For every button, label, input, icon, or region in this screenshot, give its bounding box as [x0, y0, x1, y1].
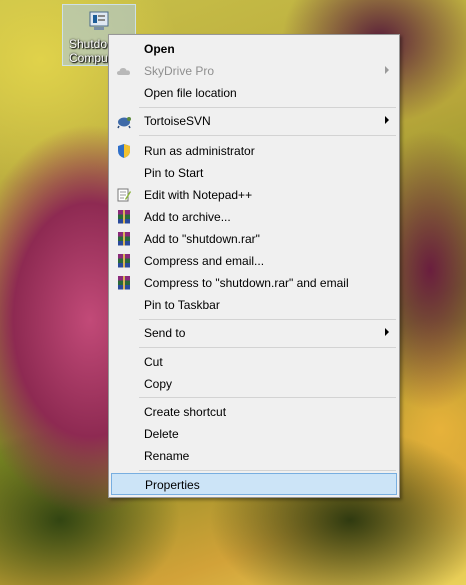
menu-item-label: Pin to Start	[144, 166, 204, 180]
menu-item-label: Run as administrator	[144, 144, 255, 158]
tortoise-icon	[117, 117, 131, 129]
menu-item-label: Open file location	[144, 86, 237, 100]
submenu-arrow-icon	[385, 116, 389, 124]
menu-item-rename[interactable]: Rename	[111, 445, 397, 467]
menu-item-label: Compress to "shutdown.rar" and email	[144, 276, 349, 290]
menu-item-add-to-shutdown-rar[interactable]: Add to "shutdown.rar"	[111, 228, 397, 250]
menu-item-send-to[interactable]: Send to	[111, 322, 397, 344]
menu-item-skydrive-pro[interactable]: SkyDrive Pro	[111, 60, 397, 82]
menu-item-edit-with-notepad[interactable]: Edit with Notepad++	[111, 184, 397, 206]
menu-item-label: Send to	[144, 326, 186, 340]
menu-item-label: Open	[144, 42, 175, 56]
menu-item-label: SkyDrive Pro	[144, 64, 215, 78]
menu-item-create-shortcut[interactable]: Create shortcut	[111, 401, 397, 423]
menu-separator	[139, 319, 396, 320]
menu-item-label: Add to "shutdown.rar"	[144, 232, 260, 246]
menu-item-label: Edit with Notepad++	[144, 188, 253, 202]
menu-item-add-to-archive[interactable]: Add to archive...	[111, 206, 397, 228]
winrar-icon	[118, 276, 130, 290]
menu-item-pin-to-start[interactable]: Pin to Start	[111, 162, 397, 184]
menu-item-label: Create shortcut	[144, 405, 227, 419]
menu-item-label: Properties	[145, 478, 200, 492]
menu-item-properties[interactable]: Properties	[111, 473, 397, 495]
menu-separator	[139, 470, 396, 471]
cloud-icon	[117, 68, 130, 75]
computer-icon	[89, 11, 109, 30]
menu-item-label: Copy	[144, 377, 173, 391]
menu-item-open-file-location[interactable]: Open file location	[111, 82, 397, 104]
submenu-arrow-icon	[385, 66, 389, 74]
menu-item-label: Add to archive...	[144, 210, 231, 224]
menu-item-label: TortoiseSVN	[144, 114, 211, 128]
menu-separator	[139, 347, 396, 348]
uac-shield-icon	[118, 144, 130, 158]
context-menu: Open SkyDrive Pro Open file location Tor…	[108, 34, 400, 498]
menu-item-label: Rename	[144, 449, 190, 463]
menu-item-tortoisesvn[interactable]: TortoiseSVN	[111, 110, 397, 132]
submenu-arrow-icon	[385, 328, 389, 336]
menu-item-copy[interactable]: Copy	[111, 373, 397, 395]
menu-item-delete[interactable]: Delete	[111, 423, 397, 445]
winrar-icon	[118, 254, 130, 268]
menu-item-label: Compress and email...	[144, 254, 265, 268]
winrar-icon	[118, 232, 130, 246]
menu-item-run-as-administrator[interactable]: Run as administrator	[111, 140, 397, 162]
menu-item-cut[interactable]: Cut	[111, 351, 397, 373]
menu-separator	[139, 135, 396, 136]
menu-item-open[interactable]: Open	[111, 38, 397, 60]
menu-item-compress-to-shutdown-rar-and-email[interactable]: Compress to "shutdown.rar" and email	[111, 272, 397, 294]
menu-item-label: Pin to Taskbar	[144, 298, 220, 312]
winrar-icon	[118, 210, 130, 224]
notepad-plus-plus-icon	[117, 188, 131, 202]
menu-item-label: Delete	[144, 427, 179, 441]
menu-item-compress-and-email[interactable]: Compress and email...	[111, 250, 397, 272]
menu-item-pin-to-taskbar[interactable]: Pin to Taskbar	[111, 294, 397, 316]
menu-item-label: Cut	[144, 355, 163, 369]
menu-separator	[139, 397, 396, 398]
menu-separator	[139, 107, 396, 108]
